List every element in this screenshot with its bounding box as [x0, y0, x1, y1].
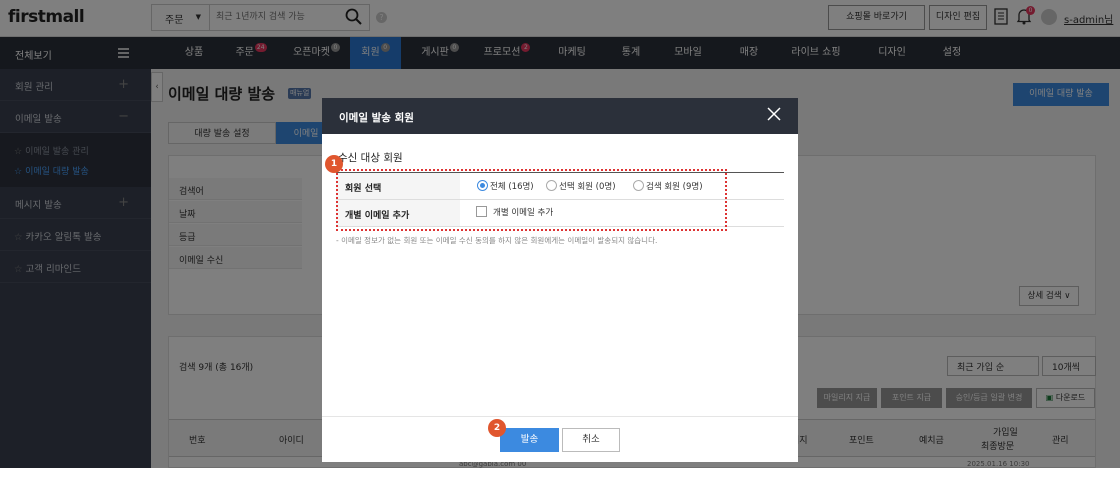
cancel-button[interactable]: 취소	[562, 428, 620, 452]
section-title: 수신 대상 회원	[338, 152, 403, 164]
email-member-dialog: 이메일 발송 회원 수신 대상 회원 회원 선택 전체 (16명) 선택 회원 …	[322, 98, 798, 462]
notice-text: - 이메일 정보가 없는 회원 또는 이메일 수신 동의를 하지 않은 회원에게…	[336, 236, 658, 245]
close-icon[interactable]	[767, 107, 781, 124]
send-button[interactable]: 발송	[500, 428, 559, 452]
highlight-box	[336, 169, 727, 231]
dialog-footer: 발송 취소 2	[322, 416, 798, 462]
dialog-title: 이메일 발송 회원	[339, 112, 414, 124]
step-marker-2: 2	[488, 419, 506, 437]
step-marker-1: 1	[325, 155, 343, 173]
dialog-header: 이메일 발송 회원	[322, 98, 798, 134]
